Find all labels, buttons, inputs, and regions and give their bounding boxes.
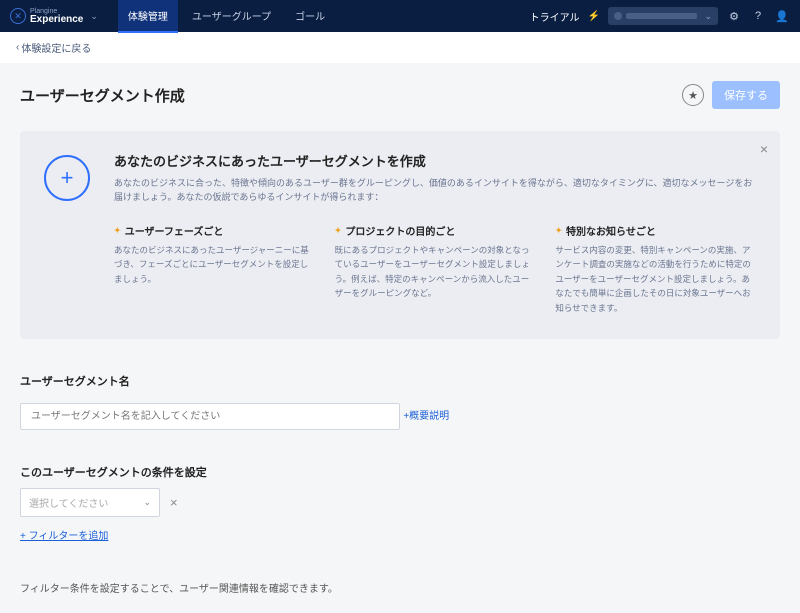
footer-note: フィルター条件を設定することで、ユーザー関連情報を確認できます。 <box>20 580 780 595</box>
banner-col-notice: ✦ 特別なお知らせごと サービス内容の変更、特別キャンペーンの実施、アンケート調査… <box>555 223 756 315</box>
chevron-down-icon: ⌄ <box>704 11 712 22</box>
topbar-right: トライアル ⚡ ⌄ ⚙ ? 👤 <box>530 7 790 25</box>
workspace-avatar <box>614 12 622 20</box>
plus-circle-icon: + <box>44 155 90 201</box>
settings-icon[interactable]: ⚙ <box>726 8 742 24</box>
chevron-down-icon: ⌄ <box>90 11 98 22</box>
col-heading: プロジェクトの目的ごと <box>345 223 455 238</box>
col-text: サービス内容の変更、特別キャンペーンの実施、アンケート調査の実施などの活動を行う… <box>555 243 756 315</box>
select-placeholder: 選択してください <box>29 495 108 510</box>
save-button[interactable]: 保存する <box>712 81 780 109</box>
back-link[interactable]: ‹ 体験設定に戻る <box>16 40 91 55</box>
user-icon[interactable]: 👤 <box>774 8 790 24</box>
brand[interactable]: ✕ Plangine Experience ⌄ <box>10 8 98 25</box>
nav-item-goal[interactable]: ゴール <box>285 0 335 33</box>
top-bar: ✕ Plangine Experience ⌄ 体験管理 ユーザーグループ ゴー… <box>0 0 800 32</box>
col-text: 既にあるプロジェクトやキャンペーンの対象となっているユーザーをユーザーセグメント… <box>335 243 536 301</box>
workspace-name-placeholder <box>626 13 697 19</box>
banner-col-phase: ✦ ユーザーフェーズごと あなたのビジネスにあったユーザージャーニーに基づき、フェ… <box>114 223 315 315</box>
condition-row: 選択してください ⌄ × <box>20 488 780 517</box>
col-text: あなたのビジネスにあったユーザージャーニーに基づき、フェーズごとにユーザーセグメ… <box>114 243 315 286</box>
trial-label: トライアル <box>530 9 580 24</box>
sub-bar: ‹ 体験設定に戻る <box>0 32 800 63</box>
page-header: ユーザーセグメント作成 ★ 保存する <box>20 81 780 109</box>
conditions-label: このユーザーセグメントの条件を設定 <box>20 464 780 480</box>
bullet-icon: ✦ <box>114 226 121 235</box>
segment-name-section: ユーザーセグメント名 +概要説明 <box>20 373 780 430</box>
add-description-link[interactable]: +概要説明 <box>403 407 449 422</box>
nav-item-experience[interactable]: 体験管理 <box>118 0 178 33</box>
bullet-icon: ✦ <box>555 226 562 235</box>
star-button[interactable]: ★ <box>682 84 704 106</box>
bullet-icon: ✦ <box>335 226 342 235</box>
remove-condition-icon[interactable]: × <box>166 495 182 510</box>
conditions-section: このユーザーセグメントの条件を設定 選択してください ⌄ × + フィルターを追… <box>20 464 780 542</box>
workspace-selector[interactable]: ⌄ <box>608 7 718 25</box>
segment-name-label: ユーザーセグメント名 <box>20 373 780 389</box>
chevron-down-icon: ⌄ <box>143 497 151 508</box>
banner-columns: ✦ ユーザーフェーズごと あなたのビジネスにあったユーザージャーニーに基づき、フェ… <box>114 223 756 315</box>
segment-name-input[interactable] <box>20 403 400 430</box>
main-nav: 体験管理 ユーザーグループ ゴール <box>118 0 335 33</box>
content: ユーザーセグメント作成 ★ 保存する × + あなたのビジネスにあったユーザーセ… <box>0 63 800 613</box>
page-title: ユーザーセグメント作成 <box>20 85 185 106</box>
close-icon[interactable]: × <box>760 141 768 157</box>
col-heading: ユーザーフェーズごと <box>125 223 224 238</box>
brand-main: Experience <box>30 15 83 25</box>
banner-col-project: ✦プロジェクトの目的ごと 既にあるプロジェクトやキャンペーンの対象となっているユ… <box>335 223 536 315</box>
condition-select[interactable]: 選択してください ⌄ <box>20 488 160 517</box>
banner-title: あなたのビジネスにあったユーザーセグメントを作成 <box>114 151 756 170</box>
help-icon[interactable]: ? <box>750 8 766 24</box>
info-banner: × + あなたのビジネスにあったユーザーセグメントを作成 あなたのビジネスに合っ… <box>20 131 780 339</box>
col-heading: 特別なお知らせごと <box>566 223 656 238</box>
nav-item-usergroup[interactable]: ユーザーグループ <box>182 0 281 33</box>
lightning-icon: ⚡ <box>588 11 600 22</box>
back-label: 体験設定に戻る <box>21 40 91 55</box>
chevron-left-icon: ‹ <box>16 42 19 53</box>
banner-desc: あなたのビジネスに合った、特徴や傾向のあるユーザー群をグルーピングし、価値のある… <box>114 176 756 205</box>
add-filter-link[interactable]: + フィルターを追加 <box>20 527 108 542</box>
brand-logo-icon: ✕ <box>10 8 26 24</box>
